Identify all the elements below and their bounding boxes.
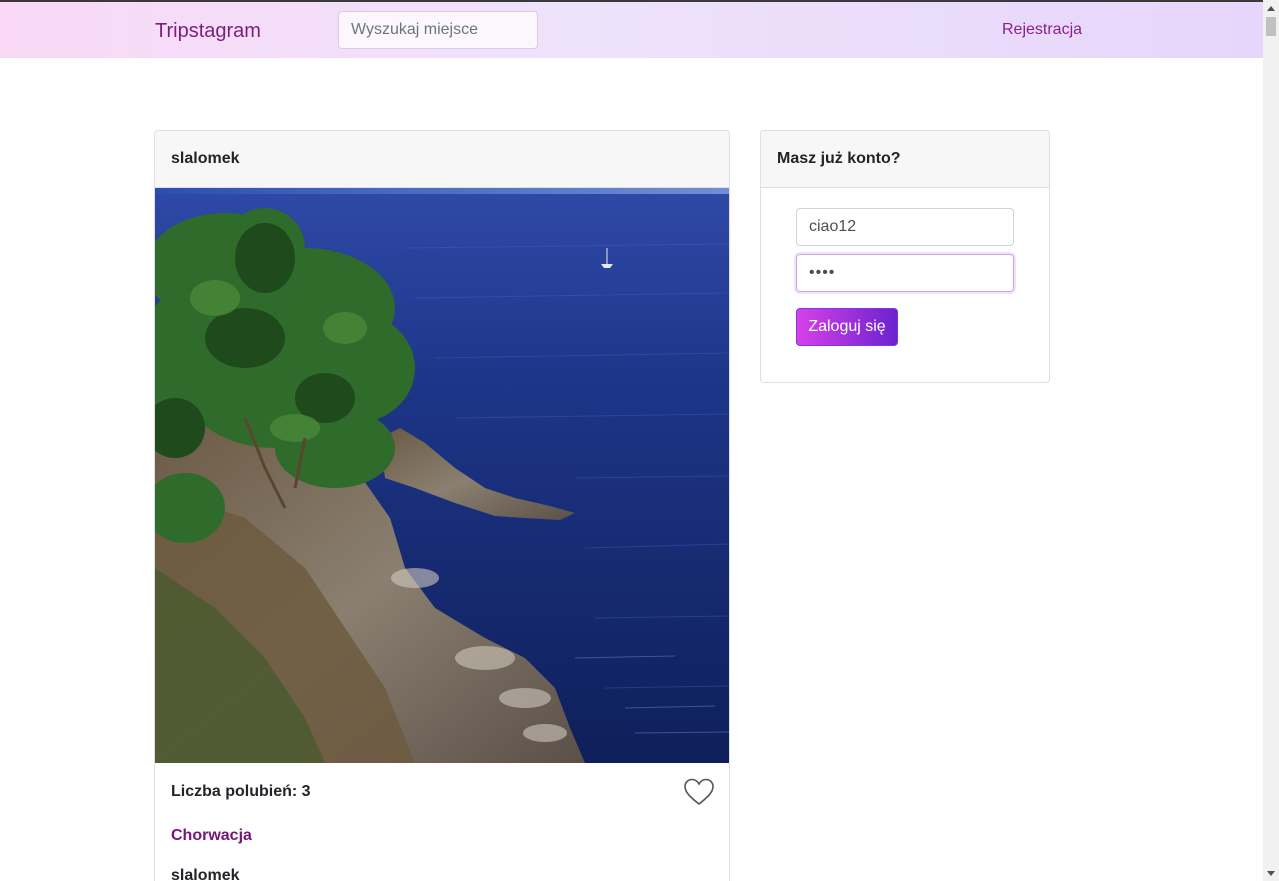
brand-logo[interactable]: Tripstagram <box>155 20 261 43</box>
login-card: Masz już konto? Zaloguj się <box>760 130 1050 383</box>
scroll-down-arrow-icon[interactable] <box>1263 865 1279 881</box>
likes-count: Liczba polubień: 3 <box>171 783 311 800</box>
place-link[interactable]: Chorwacja <box>171 827 252 845</box>
heart-outline-icon[interactable] <box>684 778 714 806</box>
post-author-header: slalomek <box>155 131 729 188</box>
password-field[interactable] <box>796 254 1014 292</box>
coastal-cliff-sea-photo <box>155 188 729 763</box>
navbar: Tripstagram Rejestracja <box>0 2 1263 58</box>
login-button[interactable]: Zaloguj się <box>796 308 898 346</box>
scroll-up-arrow-icon[interactable] <box>1263 0 1279 16</box>
comment-author: slalomek <box>171 867 240 881</box>
login-title: Masz już konto? <box>761 131 1049 188</box>
post-card: slalomek Liczba polubień: 3 Chorwacja sl… <box>154 130 730 881</box>
scroll-thumb[interactable] <box>1266 17 1276 36</box>
register-link[interactable]: Rejestracja <box>1002 21 1082 39</box>
vertical-scrollbar[interactable] <box>1263 0 1279 881</box>
username-field[interactable] <box>796 208 1014 246</box>
post-photo <box>155 188 729 763</box>
search-input[interactable] <box>338 11 538 49</box>
